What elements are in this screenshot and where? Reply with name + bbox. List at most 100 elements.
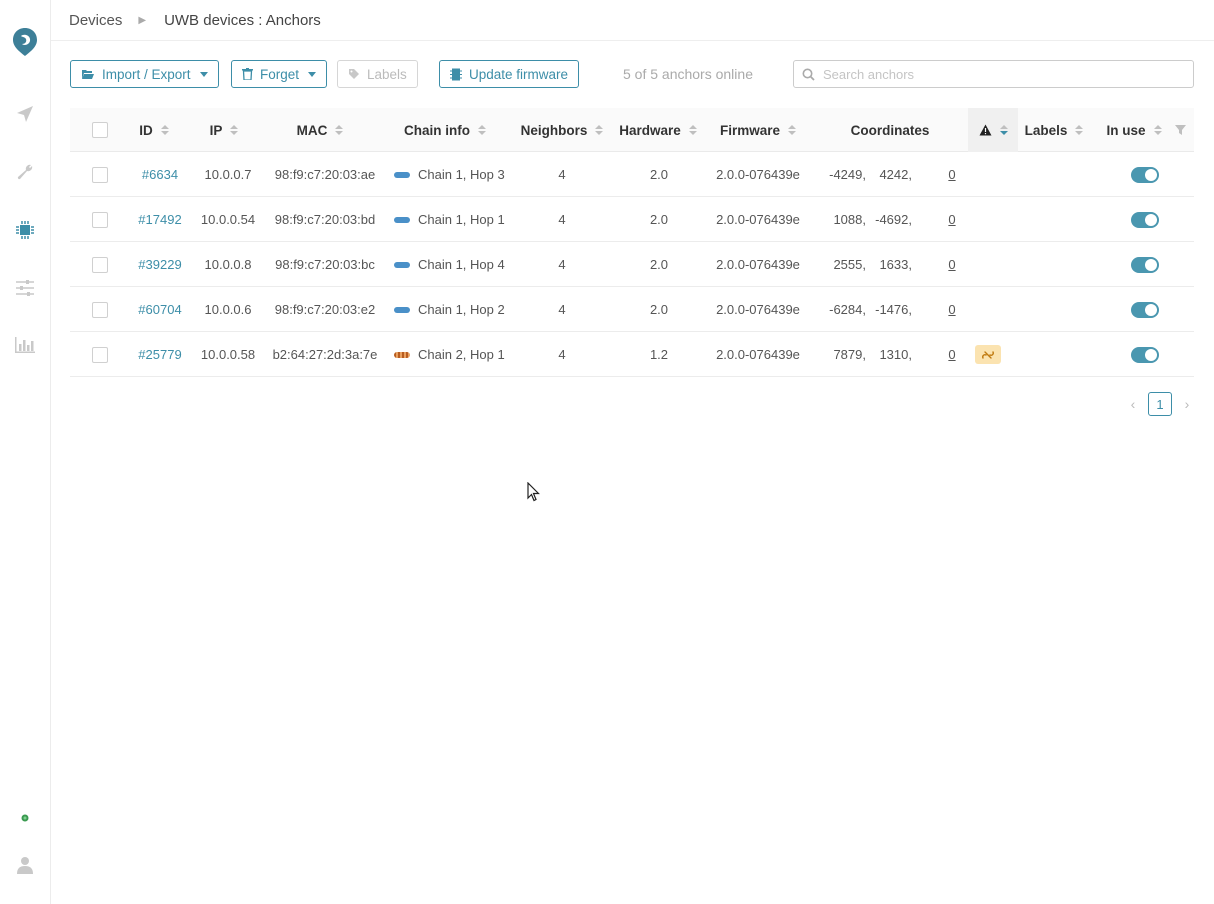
connection-status-icon [12, 805, 38, 831]
breadcrumb-devices[interactable]: Devices [69, 12, 122, 29]
table-row[interactable]: #17492 10.0.0.54 98:f9:c7:20:03:bd Chain… [70, 197, 1194, 242]
next-page-icon[interactable]: › [1180, 396, 1194, 412]
chain-label: Chain 2, Hop 1 [418, 347, 505, 362]
coord-z-link[interactable]: 0 [948, 257, 955, 272]
link-broken-icon [982, 350, 994, 359]
firmware-cell: 2.0.0-076439e [716, 347, 800, 362]
table-row[interactable]: #39229 10.0.0.8 98:f9:c7:20:03:bc Chain … [70, 242, 1194, 287]
id-cell: #39229 [130, 242, 190, 287]
column-ip[interactable]: IP [200, 108, 248, 152]
anchor-id-link[interactable]: #17492 [138, 212, 181, 227]
in-use-cell [1130, 332, 1160, 377]
labels-label: Labels [367, 66, 407, 82]
location-pin-logo-icon[interactable] [12, 28, 38, 56]
id-cell: #60704 [130, 287, 190, 332]
column-labels[interactable]: Labels [1022, 108, 1086, 152]
chain-cell: Chain 2, Hop 1 [394, 332, 506, 377]
table-header: ID IP MAC Chain info Neighbors Hardware … [70, 108, 1194, 152]
warning-icon [979, 124, 991, 136]
id-cell: #6634 [130, 152, 190, 197]
folder-open-icon [82, 70, 94, 79]
sort-icon [478, 125, 486, 135]
coord-y: -4692, [875, 212, 912, 227]
hardware-cell: 2.0 [649, 302, 669, 317]
sort-icon [1153, 125, 1162, 135]
coord-z-link[interactable]: 0 [948, 302, 955, 317]
in-use-toggle[interactable] [1131, 346, 1159, 363]
table-row[interactable]: #6634 10.0.0.7 98:f9:c7:20:03:ae Chain 1… [70, 152, 1194, 197]
chain-cell: Chain 1, Hop 2 [394, 287, 506, 332]
in-use-toggle[interactable] [1131, 256, 1159, 273]
column-in-use-label: In use [1106, 122, 1146, 138]
table-row[interactable]: #60704 10.0.0.6 98:f9:c7:20:03:e2 Chain … [70, 287, 1194, 332]
id-cell: #25779 [130, 332, 190, 377]
in-use-toggle[interactable] [1131, 301, 1159, 318]
in-use-toggle[interactable] [1131, 211, 1159, 228]
filter-icon[interactable] [1172, 108, 1188, 152]
row-checkbox-cell [90, 287, 110, 332]
chain-label: Chain 1, Hop 1 [418, 212, 505, 227]
table-row[interactable]: #25779 10.0.0.58 b2:64:27:2d:3a:7e Chain… [70, 332, 1194, 377]
coord-z-link[interactable]: 0 [948, 347, 955, 362]
anchor-id-link[interactable]: #6634 [142, 167, 178, 182]
column-neighbors[interactable]: Neighbors [520, 108, 604, 152]
column-hardware[interactable]: Hardware [618, 108, 698, 152]
coord-x: 1088, [833, 212, 866, 227]
column-warnings[interactable] [968, 108, 1018, 152]
column-firmware[interactable]: Firmware [718, 108, 798, 152]
navigation-arrow-icon[interactable] [12, 101, 38, 127]
bar-chart-icon[interactable] [12, 332, 38, 358]
search-box [793, 60, 1194, 88]
row-checkbox-cell [90, 152, 110, 197]
hardware-cell: 2.0 [649, 257, 669, 272]
coord-x: 7879, [833, 347, 866, 362]
chain-label: Chain 1, Hop 4 [418, 257, 505, 272]
coord-z-cell: 0 [942, 287, 962, 332]
row-checkbox[interactable] [92, 256, 108, 273]
in-use-cell [1130, 242, 1160, 287]
coord-z-link[interactable]: 0 [948, 167, 955, 182]
wrench-icon[interactable] [12, 159, 38, 185]
anchor-id-link[interactable]: #25779 [138, 347, 181, 362]
anchors-table: ID IP MAC Chain info Neighbors Hardware … [70, 108, 1194, 377]
mac-cell: b2:64:27:2d:3a:7e [272, 347, 378, 362]
tag-icon [349, 69, 359, 79]
trash-icon [242, 68, 253, 80]
import-export-button[interactable]: Import / Export [70, 60, 219, 88]
anchor-id-link[interactable]: #60704 [138, 302, 181, 317]
chevron-right-icon: ▶ [138, 14, 147, 26]
update-firmware-button[interactable]: Update firmware [439, 60, 580, 88]
coord-y: 1633, [879, 257, 912, 272]
column-in-use[interactable]: In use [1104, 108, 1164, 152]
online-status: 5 of 5 anchors online [623, 66, 753, 82]
column-coordinates: Coordinates [835, 108, 945, 152]
toolbar: Import / Export Forget Labels Update fir… [70, 60, 1194, 88]
coord-z-link[interactable]: 0 [948, 212, 955, 227]
chip-icon[interactable] [12, 217, 38, 243]
row-checkbox[interactable] [92, 211, 108, 228]
row-checkbox[interactable] [92, 346, 108, 363]
column-mac[interactable]: MAC [280, 108, 360, 152]
column-id[interactable]: ID [130, 108, 178, 152]
select-all-checkbox[interactable] [92, 122, 108, 138]
in-use-toggle[interactable] [1131, 166, 1159, 183]
forget-button[interactable]: Forget [231, 60, 328, 88]
coord-y: -1476, [875, 302, 912, 317]
row-checkbox[interactable] [92, 301, 108, 318]
warning-cell [968, 197, 1008, 242]
user-icon[interactable] [12, 852, 38, 878]
anchor-id-link[interactable]: #39229 [138, 257, 181, 272]
page-button[interactable]: 1 [1148, 392, 1172, 416]
sort-icon [999, 125, 1008, 135]
prev-page-icon[interactable]: ‹ [1126, 396, 1140, 412]
sidebar [0, 0, 51, 904]
row-checkbox[interactable] [92, 166, 108, 183]
coord-z-cell: 0 [942, 152, 962, 197]
labels-button[interactable]: Labels [337, 60, 418, 88]
column-id-label: ID [139, 122, 153, 138]
column-chain-info[interactable]: Chain info [400, 108, 490, 152]
update-firmware-label: Update firmware [469, 66, 569, 82]
search-input[interactable] [823, 66, 1183, 82]
firmware-warning-badge[interactable] [975, 345, 1001, 364]
sliders-icon[interactable] [12, 275, 38, 301]
